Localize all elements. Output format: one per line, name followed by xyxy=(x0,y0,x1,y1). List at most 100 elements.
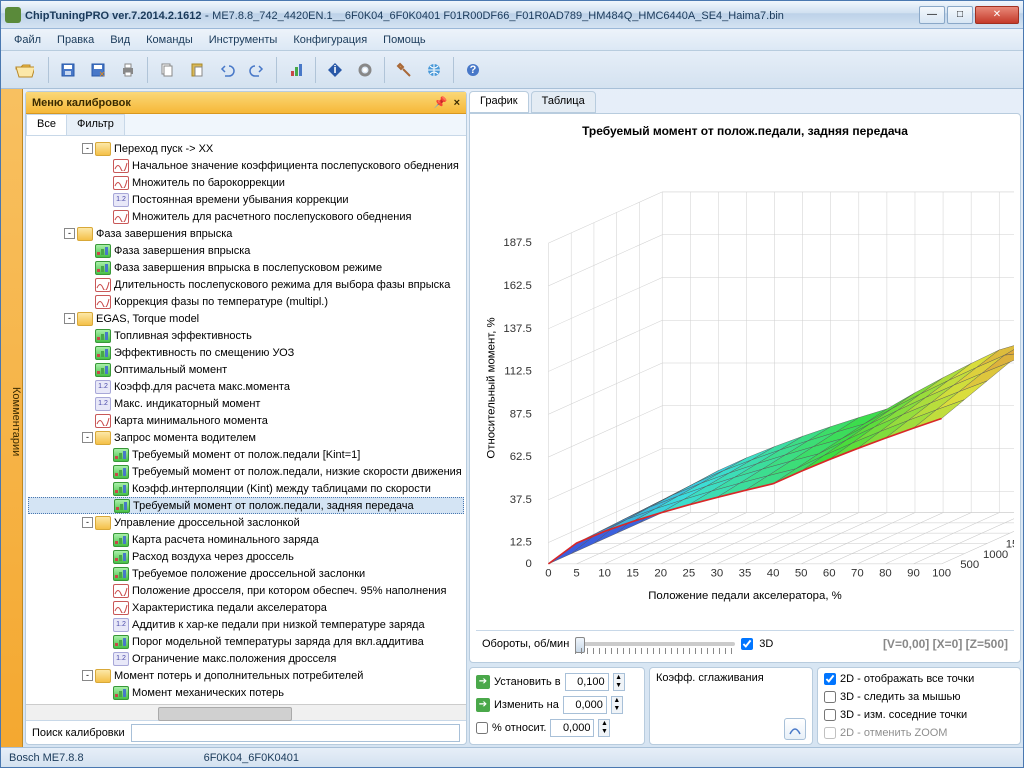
set-value-input[interactable] xyxy=(565,673,609,691)
change-value-input[interactable] xyxy=(563,696,607,714)
tree-item[interactable]: Порог модельной температуры заряда для в… xyxy=(28,633,464,650)
apply-smooth-button[interactable] xyxy=(784,718,806,740)
svg-text:112.5: 112.5 xyxy=(504,366,532,378)
opt-3d-followmouse[interactable] xyxy=(824,691,836,703)
tree-item[interactable]: Множитель для расчетного послепускового … xyxy=(28,208,464,225)
search-input[interactable] xyxy=(131,724,460,742)
tree-item[interactable]: Карта расчета номинального заряда xyxy=(28,531,464,548)
menu-config[interactable]: Конфигурация xyxy=(286,31,374,49)
tree-item[interactable]: Коррекция фазы по температуре (multipl.) xyxy=(28,293,464,310)
chart-icon xyxy=(113,550,129,564)
app-icon xyxy=(5,7,21,23)
close-button[interactable]: ✕ xyxy=(975,6,1019,24)
open-button[interactable] xyxy=(5,56,43,84)
svg-text:80: 80 xyxy=(879,567,892,579)
svg-text:1500: 1500 xyxy=(1006,539,1014,551)
menu-tools[interactable]: Инструменты xyxy=(202,31,285,49)
info-button[interactable]: i xyxy=(321,56,349,84)
folder-icon xyxy=(95,516,111,530)
tree-item[interactable]: Начальное значение коэффициента послепус… xyxy=(28,157,464,174)
menu-help[interactable]: Помощь xyxy=(376,31,433,49)
tree-item[interactable]: 1.2Постоянная времени убывания коррекции xyxy=(28,191,464,208)
calibration-menu-header: Меню калибровок 📌 × xyxy=(26,92,466,114)
tree-item[interactable]: Топливная эффективность xyxy=(28,327,464,344)
tree-item[interactable]: Требуемый момент от полож.педали [Kint=1… xyxy=(28,446,464,463)
globe-button[interactable] xyxy=(420,56,448,84)
tree-item[interactable]: Эффективность по смещению УОЗ xyxy=(28,344,464,361)
menu-file[interactable]: Файл xyxy=(7,31,48,49)
statusbar: Bosch ME7.8.8 6F0K04_6F0K0401 xyxy=(1,747,1023,767)
svg-text:15: 15 xyxy=(626,567,639,579)
chart-button[interactable] xyxy=(282,56,310,84)
tree-item[interactable]: -Запрос момента водителем xyxy=(28,429,464,446)
tree-item[interactable]: -EGAS, Torque model xyxy=(28,310,464,327)
svg-text:12.5: 12.5 xyxy=(510,537,532,549)
paste-button[interactable] xyxy=(183,56,211,84)
tree-item[interactable]: Расход воздуха через дроссель xyxy=(28,548,464,565)
menu-view[interactable]: Вид xyxy=(103,31,137,49)
tree-item[interactable]: 1.2Макс. индикаторный момент xyxy=(28,395,464,412)
spinner[interactable]: ▲▼ xyxy=(611,696,623,714)
3d-checkbox[interactable] xyxy=(741,638,753,650)
tree-item[interactable]: -Фаза завершения впрыска xyxy=(28,225,464,242)
tree-item[interactable]: Момент механических потерь xyxy=(28,684,464,701)
tree-item[interactable]: Оптимальный момент xyxy=(28,361,464,378)
copy-button[interactable] xyxy=(153,56,181,84)
curve-icon xyxy=(95,414,111,428)
tree-item[interactable]: Множитель по барокоррекции xyxy=(28,174,464,191)
tree-item[interactable]: Длительность послепускового режима для в… xyxy=(28,276,464,293)
smoothing-panel: Коэфф. сглаживания xyxy=(649,667,813,745)
tree-item[interactable]: Характеристика педали акселератора xyxy=(28,599,464,616)
tab-filter[interactable]: Фильтр xyxy=(66,114,125,135)
horizontal-scrollbar[interactable] xyxy=(26,704,466,720)
tree-item[interactable]: Карта минимального момента xyxy=(28,412,464,429)
close-pane-icon[interactable]: × xyxy=(454,97,460,109)
comments-tab[interactable]: Комментарии xyxy=(1,89,23,747)
gear-button[interactable] xyxy=(351,56,379,84)
svg-text:0: 0 xyxy=(526,558,532,570)
tree-item[interactable]: Фаза завершения впрыска xyxy=(28,242,464,259)
tree-item[interactable]: 1.2Коэфф.для расчета макс.момента xyxy=(28,378,464,395)
tree-item[interactable]: -Управление дроссельной заслонкой xyxy=(28,514,464,531)
tree-item[interactable]: 1.2Аддитив к хар-ке педали при низкой те… xyxy=(28,616,464,633)
tab-table[interactable]: Таблица xyxy=(531,91,596,113)
curve-icon xyxy=(113,159,129,173)
tree-item[interactable]: Требуемый момент от полож.педали, задняя… xyxy=(28,497,464,514)
tool-button[interactable] xyxy=(390,56,418,84)
calibration-tree[interactable]: -Переход пуск -> XXНачальное значение ко… xyxy=(26,136,466,704)
pin-icon[interactable]: 📌 xyxy=(434,96,448,109)
tree-item[interactable]: Требуемое положение дроссельной заслонки xyxy=(28,565,464,582)
tree-item[interactable]: Коэфф.интерполяции (Kint) между таблицам… xyxy=(28,480,464,497)
3d-surface-chart[interactable]: 012.537.562.587.5112.5137.5162.5187.5051… xyxy=(476,146,1014,630)
tree-item[interactable]: -Момент потерь и дополнительных потребит… xyxy=(28,667,464,684)
chart-icon xyxy=(113,533,129,547)
tree-item[interactable]: Требуемый момент от полож.педали, низкие… xyxy=(28,463,464,480)
redo-button[interactable] xyxy=(243,56,271,84)
percent-checkbox[interactable] xyxy=(476,722,488,734)
print-button[interactable] xyxy=(114,56,142,84)
tree-item[interactable]: 1.2Ограничение макс.положения дросселя xyxy=(28,650,464,667)
maximize-button[interactable]: □ xyxy=(947,6,973,24)
minimize-button[interactable]: — xyxy=(919,6,945,24)
save-button[interactable] xyxy=(54,56,82,84)
svg-text:5: 5 xyxy=(573,567,579,579)
menu-commands[interactable]: Команды xyxy=(139,31,200,49)
menu-edit[interactable]: Правка xyxy=(50,31,101,49)
spinner[interactable]: ▲▼ xyxy=(598,719,610,737)
opt-2d-zoom[interactable] xyxy=(824,727,836,739)
undo-button[interactable] xyxy=(213,56,241,84)
tab-all[interactable]: Все xyxy=(26,114,67,135)
tree-item[interactable]: Положение дросселя, при котором обеспеч.… xyxy=(28,582,464,599)
tree-item[interactable]: -Переход пуск -> XX xyxy=(28,140,464,157)
view-options-panel: 2D - отображать все точки 3D - следить з… xyxy=(817,667,1021,745)
tab-chart[interactable]: График xyxy=(469,91,529,113)
save-as-button[interactable] xyxy=(84,56,112,84)
help-button[interactable]: ? xyxy=(459,56,487,84)
curve-icon xyxy=(113,584,129,598)
rpm-slider[interactable] xyxy=(575,642,735,646)
tree-item[interactable]: Фаза завершения впрыска в послепусковом … xyxy=(28,259,464,276)
percent-value-input[interactable] xyxy=(550,719,594,737)
opt-3d-neighbors[interactable] xyxy=(824,709,836,721)
spinner[interactable]: ▲▼ xyxy=(613,673,625,691)
opt-2d-allpoints[interactable] xyxy=(824,673,836,685)
